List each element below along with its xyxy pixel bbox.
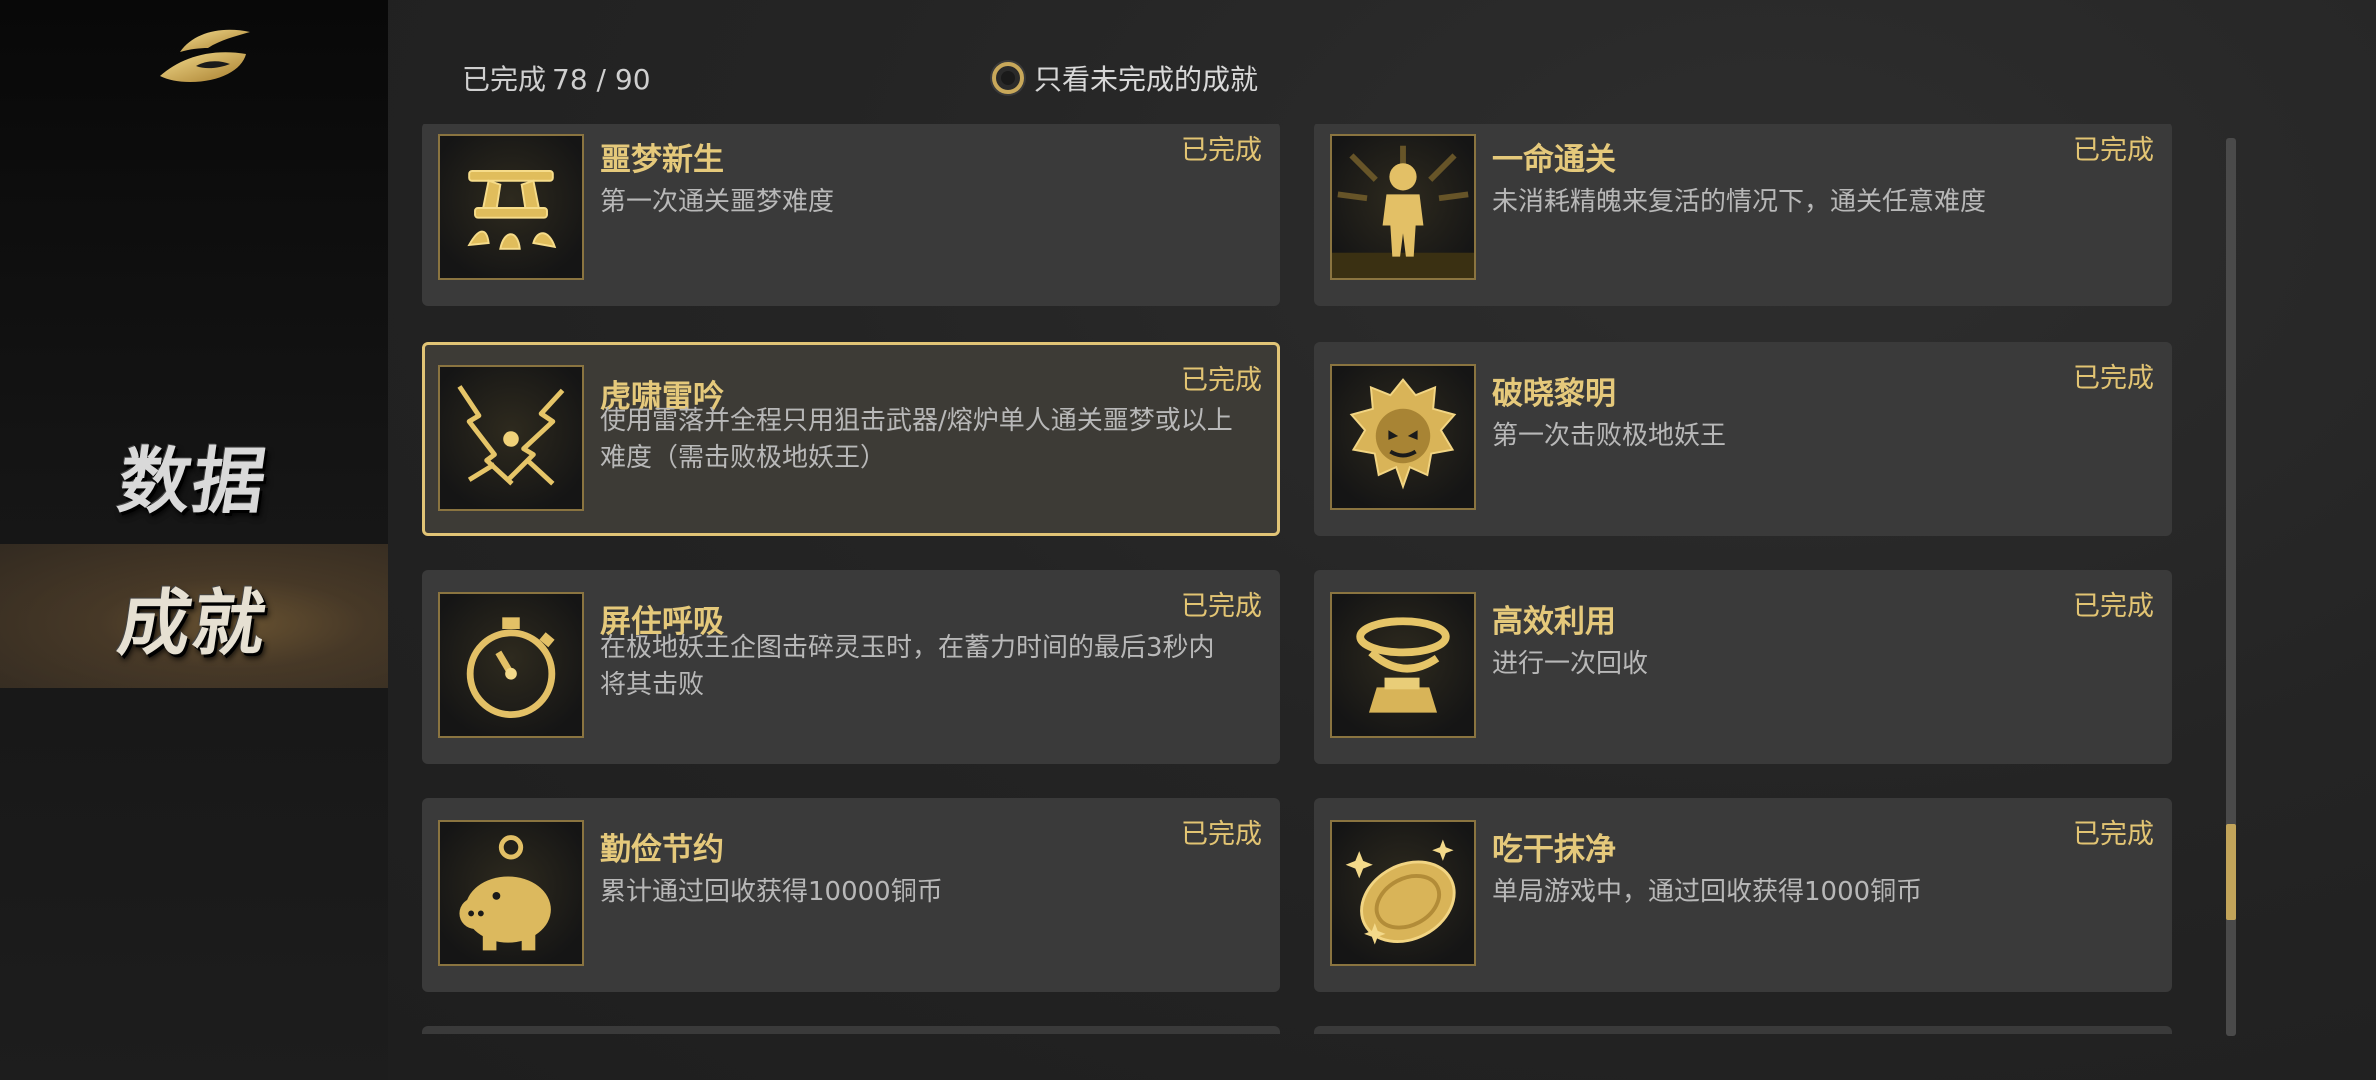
beast-emblem-icon xyxy=(1330,364,1476,510)
achievement-desc: 第一次击败极地妖王 xyxy=(1492,421,1727,451)
achievement-desc: 单局游戏中，通过回收获得1000铜币 xyxy=(1492,877,1923,907)
achievement-status: 已完成 xyxy=(1181,591,1262,622)
filter-radio-button[interactable] xyxy=(992,62,1024,94)
achievement-card[interactable]: 破晓黎明 第一次击败极地妖王 已完成 xyxy=(1314,342,2172,536)
achievement-desc: 使用雷落并全程只用狙击武器/熔炉单人通关噩梦或以上难度（需击败极地妖王） xyxy=(600,406,1233,473)
achievement-title: 高效利用 xyxy=(1492,604,1616,640)
sidebar: 数据 成就 xyxy=(0,0,388,1080)
achievement-title: 噩梦新生 xyxy=(600,142,724,178)
scrollbar[interactable] xyxy=(2226,138,2236,1036)
achievement-desc: 进行一次回收 xyxy=(1492,649,1649,679)
achievement-card[interactable]: 高效利用 进行一次回收 已完成 xyxy=(1314,570,2172,764)
achievement-card[interactable]: 噩梦新生 第一次通关噩梦难度 已完成 xyxy=(422,124,1280,306)
achievement-title: 勤俭节约 xyxy=(600,832,724,868)
lightning-icon xyxy=(438,365,584,511)
achievement-title: 一命通关 xyxy=(1492,142,1616,178)
achievement-card[interactable] xyxy=(1314,1026,2172,1034)
game-logo xyxy=(150,18,260,88)
achievement-desc: 第一次通关噩梦难度 xyxy=(600,187,835,217)
completed-label: 已完成 xyxy=(462,63,547,96)
achievement-desc: 未消耗精魄来复活的情况下，通关任意难度 xyxy=(1492,187,1987,217)
achievement-list[interactable]: 噩梦新生 第一次通关噩梦难度 已完成 一命通关 未消耗精魄来复活的情况下，通关任… xyxy=(422,124,2174,1034)
achievement-status: 已完成 xyxy=(2073,819,2154,850)
figure-icon xyxy=(1330,134,1476,280)
achievement-card[interactable]: 吃干抹净 单局游戏中，通过回收获得1000铜币 已完成 xyxy=(1314,798,2172,992)
achievement-status: 已完成 xyxy=(1181,819,1262,850)
achievement-title: 吃干抹净 xyxy=(1492,832,1616,868)
achievement-status: 已完成 xyxy=(2073,135,2154,166)
achievement-card[interactable]: 一命通关 未消耗精魄来复活的情况下，通关任意难度 已完成 xyxy=(1314,124,2172,306)
achievement-card[interactable] xyxy=(422,1026,1280,1034)
filter-label: 只看未完成的成就 xyxy=(1034,63,1259,96)
coin-sparkle-icon xyxy=(1330,820,1476,966)
incomplete-only-filter[interactable]: 只看未完成的成就 xyxy=(992,58,1258,98)
sidebar-item-label: 数据 xyxy=(113,437,274,523)
achievement-status: 已完成 xyxy=(2073,591,2154,622)
sidebar-item-data[interactable]: 数据 xyxy=(0,402,388,546)
sidebar-item-label: 成就 xyxy=(113,579,274,665)
achievement-card[interactable]: 勤俭节约 累计通过回收获得10000铜币 已完成 xyxy=(422,798,1280,992)
completed-counter: 已完成 78 / 90 xyxy=(462,58,651,98)
recycle-box-icon xyxy=(1330,592,1476,738)
achievement-desc: 在极地妖王企图击碎灵玉时，在蓄力时间的最后3秒内将其击败 xyxy=(600,633,1215,700)
achievement-card[interactable]: 屏住呼吸 在极地妖王企图击碎灵玉时，在蓄力时间的最后3秒内将其击败 已完成 xyxy=(422,570,1280,764)
achievement-desc: 累计通过回收获得10000铜币 xyxy=(600,877,943,907)
achievement-status: 已完成 xyxy=(2073,363,2154,394)
achievement-title: 破晓黎明 xyxy=(1492,376,1616,412)
achievement-status: 已完成 xyxy=(1181,365,1262,396)
piggy-bank-icon xyxy=(438,820,584,966)
completed-count: 78 / 90 xyxy=(552,63,651,96)
stopwatch-icon xyxy=(438,592,584,738)
nightmare-glyph-icon xyxy=(438,134,584,280)
achievement-status: 已完成 xyxy=(1181,135,1262,166)
achievements-panel: 已完成78 / 90 只看未完成的成就 噩梦新生 第一次通关噩梦难度 已完成 xyxy=(388,0,2376,1080)
scrollbar-thumb[interactable] xyxy=(2226,824,2236,920)
sidebar-item-achievements[interactable]: 成就 xyxy=(0,544,388,688)
achievement-card-selected[interactable]: 虎啸雷吟 使用雷落并全程只用狙击武器/熔炉单人通关噩梦或以上难度（需击败极地妖王… xyxy=(422,342,1280,536)
